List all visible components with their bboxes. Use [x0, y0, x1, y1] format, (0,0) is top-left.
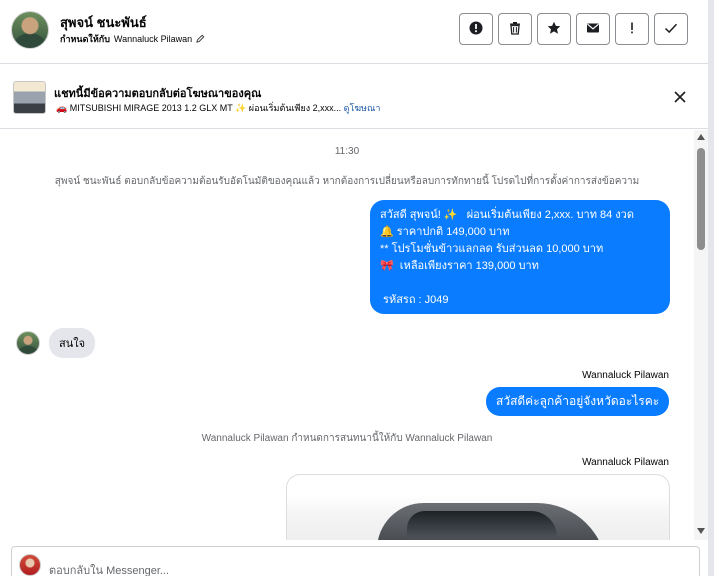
star-icon: [547, 21, 561, 38]
trash-icon: [508, 21, 522, 38]
reply-composer: ตอบกลับใน Messenger...: [0, 540, 708, 576]
envelope-icon: [586, 21, 600, 38]
thread-scrollbar[interactable]: [694, 130, 708, 540]
assignment-row[interactable]: กำหนดให้กับ Wannaluck Pilawan: [60, 32, 205, 46]
mark-done-button[interactable]: [654, 13, 688, 45]
sender-name: Wannaluck Pilawan: [582, 457, 669, 468]
conversation-header: สุพจน์ ชนะพันธ์ กำหนดให้กับ Wannaluck Pi…: [0, 0, 708, 64]
mark-unread-button[interactable]: [576, 13, 610, 45]
ad-description: 🚗 MITSUBISHI MIRAGE 2013 1.2 GLX MT ✨ ผ่…: [56, 103, 342, 113]
car-photo-attachment[interactable]: [286, 474, 670, 540]
view-ad-link[interactable]: ดูโฆษณา: [344, 103, 381, 113]
ad-banner-subtitle: 🚗 MITSUBISHI MIRAGE 2013 1.2 GLX MT ✨ ผ่…: [56, 101, 380, 115]
message-timestamp: 11:30: [334, 146, 360, 157]
contact-avatar[interactable]: [11, 11, 49, 49]
car-window-shape: [407, 511, 557, 537]
delete-button[interactable]: [498, 13, 532, 45]
outgoing-message-line: 🔔 ราคาปกติ 149,000 บาท: [380, 226, 510, 238]
check-icon: [664, 21, 678, 38]
assigned-to-name: Wannaluck Pilawan: [113, 34, 193, 44]
assigned-label: กำหนดให้กับ: [60, 34, 110, 44]
panel-edge: [708, 0, 714, 576]
outgoing-message-line: รหัสรถ : J049: [380, 294, 449, 306]
star-button[interactable]: [537, 13, 571, 45]
scroll-thumb[interactable]: [697, 148, 705, 250]
pencil-icon[interactable]: [196, 34, 205, 45]
sender-name: Wannaluck Pilawan: [582, 370, 669, 381]
page-avatar: [19, 554, 41, 576]
reply-placeholder: ตอบกลับใน Messenger...: [49, 565, 170, 576]
auto-reply-notice: สุพจน์ ชนะพันธ์ ตอบกลับข้อความต้อนรับอัต…: [54, 176, 640, 187]
outgoing-message-line: [380, 275, 660, 292]
header-actions: [459, 13, 688, 45]
outgoing-message-line: ** โปรโมชั่นข้าวแลกลด รับส่วนลด 10,000 บ…: [380, 243, 604, 255]
scroll-up-arrow-icon[interactable]: [697, 134, 705, 140]
exclamation-icon: [625, 21, 639, 38]
close-icon[interactable]: [672, 89, 688, 105]
report-button[interactable]: [459, 13, 493, 45]
message-thread[interactable]: 11:30 สุพจน์ ชนะพันธ์ ตอบกลับข้อความต้อน…: [0, 130, 694, 540]
outgoing-message-line: 🎀 เหลือเพียงราคา 139,000 บาท: [380, 260, 539, 272]
outgoing-message[interactable]: สวัสดี สุพจน์! ✨ ผ่อนเริ่มต้นเพียง 2,xxx…: [370, 200, 670, 314]
ad-reply-banner: แชทนี้มีข้อความตอบกลับต่อโฆษณาของคุณ 🚗 M…: [0, 65, 708, 129]
contact-avatar-small[interactable]: [16, 331, 40, 355]
incoming-message[interactable]: สนใจ: [49, 328, 96, 358]
scroll-down-arrow-icon[interactable]: [697, 528, 705, 534]
spam-button[interactable]: [615, 13, 649, 45]
outgoing-message-text: สวัสดี สุพจน์! ✨ ผ่อนเริ่มต้นเพียง 2,xxx…: [370, 200, 670, 315]
outgoing-message[interactable]: สวัสดีค่ะลูกค้าอยู่จังหวัดอะไรคะ: [486, 387, 670, 416]
exclamation-circle-icon: [469, 21, 483, 38]
outgoing-message-line: สวัสดี สุพจน์! ✨ ผ่อนเริ่มต้นเพียง 2,xxx…: [380, 209, 634, 221]
ad-thumbnail[interactable]: [13, 81, 46, 114]
assignment-notice: Wannaluck Pilawan กำหนดการสนทนานี้ให้กับ…: [201, 433, 493, 444]
contact-name[interactable]: สุพจน์ ชนะพันธ์: [60, 12, 147, 33]
ad-banner-title: แชทนี้มีข้อความตอบกลับต่อโฆษณาของคุณ: [54, 88, 262, 100]
